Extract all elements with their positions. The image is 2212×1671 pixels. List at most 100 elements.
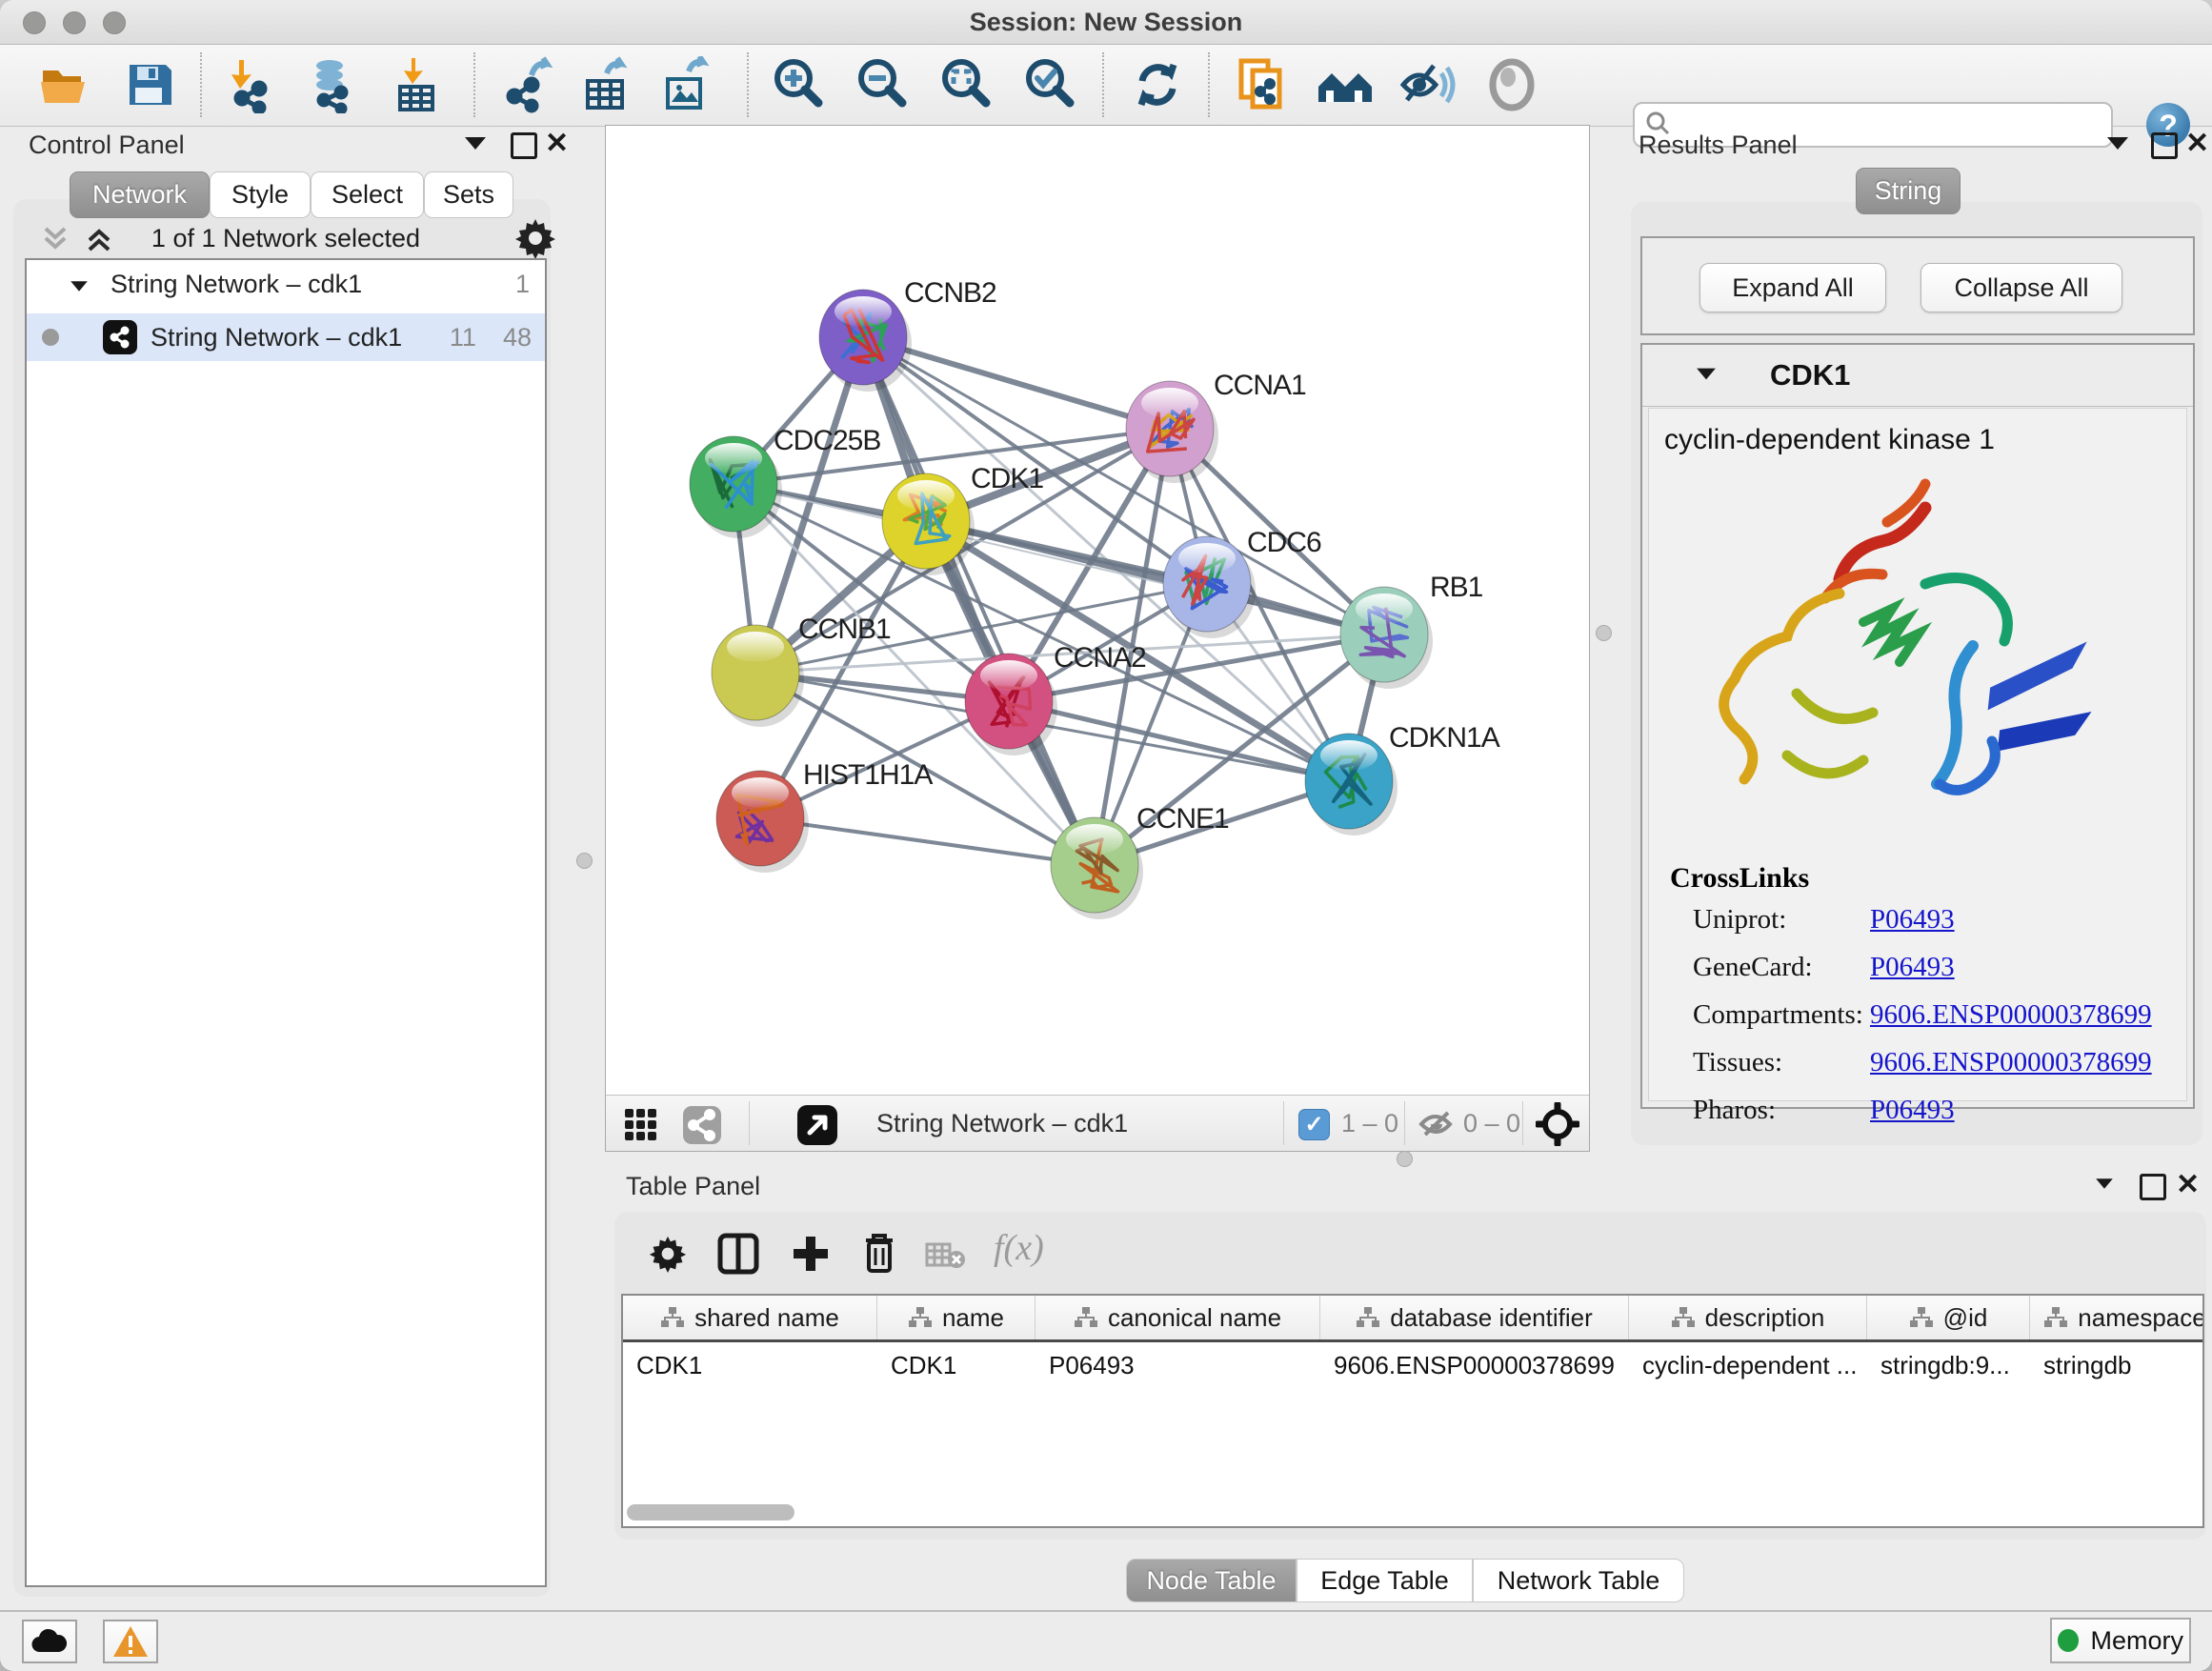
- table-cell[interactable]: 9606.ENSP00000378699: [1320, 1342, 1629, 1388]
- crosslink-link[interactable]: P06493: [1870, 1095, 1955, 1126]
- network-node-HIST1H1A[interactable]: [716, 771, 809, 873]
- refresh-icon[interactable]: [1127, 54, 1188, 115]
- network-node-CDKN1A[interactable]: [1305, 734, 1398, 836]
- column-header-namespace[interactable]: namespace: [2030, 1296, 2204, 1339]
- crosslink-link[interactable]: 9606.ENSP00000378699: [1870, 1047, 2152, 1078]
- import-table-icon[interactable]: [387, 54, 448, 115]
- network-node-CCNA2[interactable]: [965, 654, 1057, 755]
- cloud-button[interactable]: [22, 1620, 77, 1663]
- node-label-CDKN1A: CDKN1A: [1389, 722, 1500, 754]
- vertical-splitter-handle[interactable]: [576, 853, 593, 869]
- gene-disclosure-icon[interactable]: [1697, 369, 1716, 380]
- network-edge[interactable]: [760, 818, 1095, 865]
- tab-network-table[interactable]: Network Table: [1473, 1559, 1684, 1602]
- tab-edge-table[interactable]: Edge Table: [1297, 1559, 1473, 1602]
- table-cell[interactable]: CDK1: [877, 1342, 1036, 1388]
- expand-all-button[interactable]: Expand All: [1699, 263, 1886, 312]
- open-session-icon[interactable]: [34, 54, 95, 115]
- warning-button[interactable]: [103, 1620, 158, 1663]
- network-collection-row[interactable]: String Network – cdk1 1: [27, 260, 545, 308]
- export-network-icon[interactable]: [497, 54, 558, 115]
- memory-label: Memory: [2090, 1626, 2183, 1656]
- node-label-CDC6: CDC6: [1247, 527, 1321, 558]
- horizontal-scrollbar[interactable]: [627, 1504, 794, 1520]
- zoom-fit-icon[interactable]: [935, 54, 996, 115]
- network-node-RB1[interactable]: [1340, 587, 1433, 689]
- table-panel-title: Table Panel: [626, 1172, 760, 1201]
- add-column-icon[interactable]: [790, 1233, 832, 1278]
- network-canvas[interactable]: CCNB2CCNA1CDC25BCDK1CDC6RB1CCNB1CCNA2CDK…: [606, 126, 1589, 1095]
- column-header-database-identifier[interactable]: database identifier: [1320, 1296, 1629, 1339]
- table-panel-float-icon[interactable]: [2140, 1174, 2166, 1203]
- control-panel-close-icon[interactable]: ✕: [545, 133, 569, 154]
- memory-button[interactable]: Memory: [2050, 1618, 2191, 1663]
- toolbar-separator: [747, 52, 749, 117]
- tab-string[interactable]: String: [1856, 168, 1961, 214]
- grid-view-icon[interactable]: [623, 1107, 659, 1146]
- network-node-CDC25B[interactable]: [690, 436, 782, 538]
- network-share-icon[interactable]: [682, 1105, 722, 1148]
- column-header-canonical-name[interactable]: canonical name: [1036, 1296, 1320, 1339]
- crosslink-link[interactable]: P06493: [1870, 904, 1955, 936]
- node-label-CCNA1: CCNA1: [1214, 370, 1306, 401]
- copy-network-icon[interactable]: [1231, 54, 1292, 115]
- table-cell[interactable]: P06493: [1036, 1342, 1320, 1388]
- zoom-out-icon[interactable]: [852, 54, 913, 115]
- tab-network[interactable]: Network: [70, 171, 210, 218]
- hidden-eye-icon[interactable]: [1418, 1108, 1456, 1145]
- gene-header[interactable]: CDK1: [1642, 345, 2193, 407]
- network-node-CCNE1[interactable]: [1051, 817, 1143, 919]
- collapse-all-button[interactable]: Collapse All: [1920, 263, 2122, 312]
- column-header-name[interactable]: name: [877, 1296, 1036, 1339]
- network-node-CDK1[interactable]: [882, 473, 975, 575]
- crosslink-link[interactable]: P06493: [1870, 952, 1955, 983]
- tab-style[interactable]: Style: [210, 171, 311, 218]
- import-network-from-database-icon[interactable]: [299, 54, 360, 115]
- control-panel-float-icon[interactable]: [511, 132, 537, 162]
- network-options-gear-icon[interactable]: [514, 217, 556, 262]
- results-panel-close-icon[interactable]: ✕: [2185, 133, 2209, 154]
- collection-disclosure-icon[interactable]: [69, 270, 90, 299]
- results-panel-menu-icon[interactable]: [2107, 137, 2128, 152]
- tab-select[interactable]: Select: [311, 171, 424, 218]
- show-columns-icon[interactable]: [717, 1233, 759, 1278]
- network-node-CCNA1[interactable]: [1126, 381, 1218, 483]
- column-header-@id[interactable]: @id: [1867, 1296, 2030, 1339]
- table-panel-close-icon[interactable]: ✕: [2176, 1175, 2200, 1196]
- toolbar-separator: [473, 52, 475, 117]
- birdseye-crosshair-icon[interactable]: [1536, 1102, 1579, 1149]
- open-in-window-icon[interactable]: [796, 1104, 838, 1149]
- export-table-icon[interactable]: [576, 54, 637, 115]
- table-cell[interactable]: stringdb:9...: [1867, 1342, 2030, 1388]
- gene-details: cyclin-dependent kinase 1: [1648, 408, 2187, 1101]
- table-gear-icon[interactable]: [649, 1235, 687, 1276]
- collapse-all-networks-icon[interactable]: [38, 225, 72, 256]
- crosslink-link[interactable]: 9606.ENSP00000378699: [1870, 999, 2152, 1031]
- zoom-in-icon[interactable]: [768, 54, 829, 115]
- table-cell[interactable]: cyclin-dependent ...: [1629, 1342, 1867, 1388]
- network-row[interactable]: String Network – cdk1 11 48: [27, 313, 545, 361]
- show-all-networks-icon[interactable]: [1315, 54, 1376, 115]
- gray-eye-icon[interactable]: [1481, 54, 1542, 115]
- table-cell[interactable]: stringdb: [2030, 1342, 2204, 1388]
- network-edge[interactable]: [1009, 701, 1349, 781]
- table-cell[interactable]: CDK1: [623, 1342, 877, 1388]
- export-image-icon[interactable]: [656, 54, 717, 115]
- column-header-description[interactable]: description: [1629, 1296, 1867, 1339]
- results-panel-float-icon[interactable]: [2151, 132, 2178, 162]
- hide-unhide-icon[interactable]: [1398, 54, 1458, 115]
- tab-sets[interactable]: Sets: [424, 171, 513, 218]
- control-panel-menu-icon[interactable]: [465, 137, 486, 152]
- zoom-selected-icon[interactable]: [1019, 54, 1080, 115]
- selected-nodes-checkbox[interactable]: ✓: [1298, 1109, 1330, 1140]
- column-header-shared-name[interactable]: shared name: [623, 1296, 877, 1339]
- delete-column-icon[interactable]: [860, 1231, 898, 1278]
- save-session-icon[interactable]: [119, 54, 180, 115]
- tab-node-table[interactable]: Node Table: [1126, 1559, 1297, 1602]
- network-node-CCNB2[interactable]: [819, 290, 912, 392]
- expand-all-networks-icon[interactable]: [82, 225, 116, 256]
- vertical-splitter-handle[interactable]: [1596, 625, 1612, 641]
- separator: [1404, 1101, 1405, 1145]
- table-panel-menu-icon[interactable]: [2094, 1178, 2115, 1193]
- import-network-icon[interactable]: [219, 54, 280, 115]
